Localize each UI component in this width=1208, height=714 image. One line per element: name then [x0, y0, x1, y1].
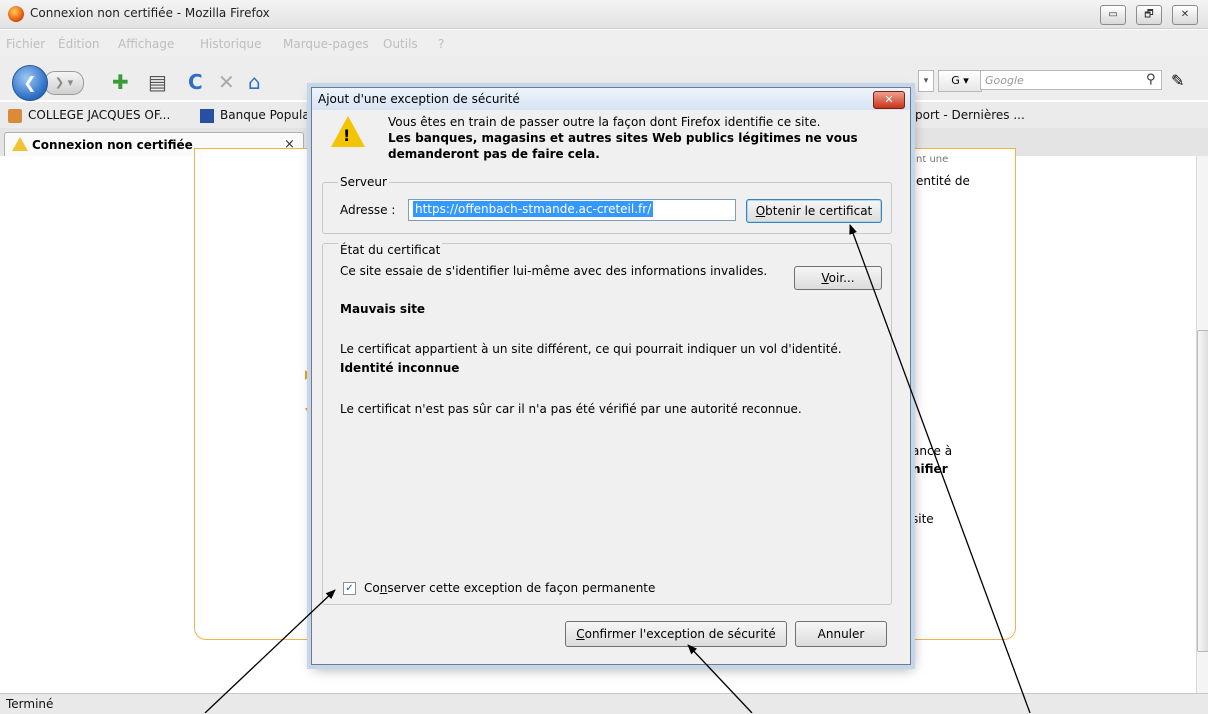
arrow-to-get-certificate — [849, 224, 1031, 713]
annotation-arrows — [204, 224, 1031, 713]
arrow-to-checkbox — [204, 589, 336, 713]
arrow-to-confirm-button — [687, 644, 753, 713]
